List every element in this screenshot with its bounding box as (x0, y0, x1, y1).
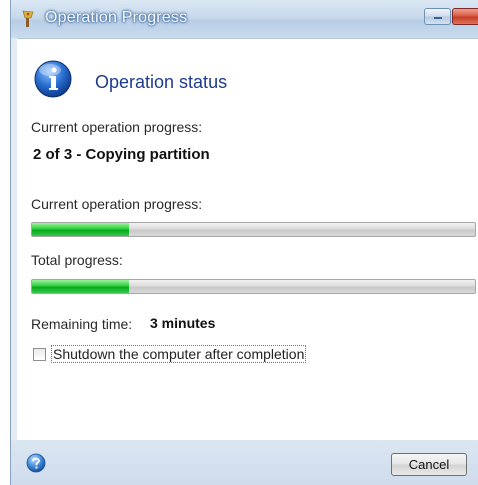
step-value: 2 of 3 - Copying partition (33, 146, 210, 163)
current-progress-bar (31, 222, 476, 237)
header-title: Operation status (95, 72, 228, 92)
dialog-content: Operation status Current operation progr… (17, 38, 478, 440)
wizard-icon (22, 10, 34, 27)
total-progress-label: Total progress: (31, 252, 123, 268)
minimize-icon (434, 17, 442, 19)
total-progress-fill (32, 280, 130, 293)
operation-progress-window: Operation Progress Operation status Curr… (10, 0, 478, 485)
minimize-button[interactable] (424, 8, 451, 25)
info-icon (34, 60, 72, 98)
current-progress-label: Current operation progress: (31, 196, 203, 212)
title-bar[interactable]: Operation Progress (11, 0, 478, 38)
close-button[interactable] (452, 8, 478, 25)
shutdown-checkbox-label[interactable]: Shutdown the computer after completion (51, 345, 307, 363)
shutdown-checkbox[interactable] (33, 348, 46, 361)
remaining-time-label: Remaining time: (31, 316, 133, 332)
step-label: Current operation progress: (31, 119, 203, 135)
help-icon[interactable] (26, 453, 46, 473)
window-title: Operation Progress (45, 9, 188, 26)
total-progress-bar (31, 279, 476, 294)
dialog-footer: Cancel (11, 440, 478, 485)
current-progress-fill (32, 223, 130, 236)
remaining-time-value: 3 minutes (150, 315, 216, 331)
cancel-button[interactable]: Cancel (391, 453, 467, 476)
